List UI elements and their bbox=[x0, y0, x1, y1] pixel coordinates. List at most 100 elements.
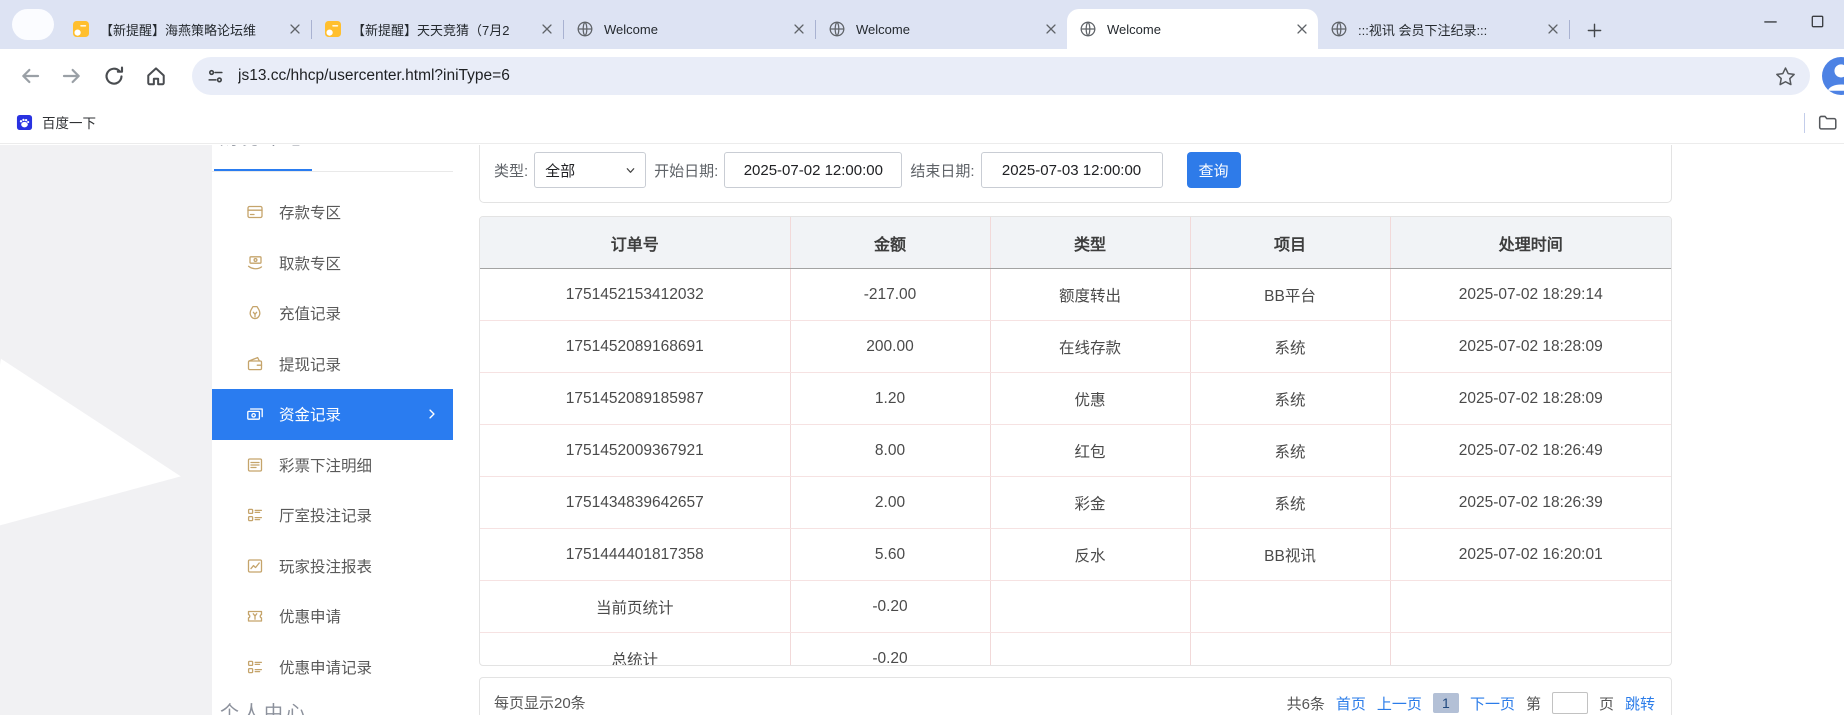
first-page-link[interactable]: 首页 bbox=[1336, 693, 1366, 714]
new-tab-button[interactable] bbox=[1580, 16, 1608, 44]
table-row: 1751452153412032-217.00额度转出BB平台2025-07-0… bbox=[480, 269, 1671, 321]
tab-close-icon[interactable] bbox=[1043, 21, 1059, 37]
search-button[interactable]: 查询 bbox=[1187, 152, 1241, 188]
sidebar-item-label: 存款专区 bbox=[279, 201, 341, 223]
table-row: 17514348396426572.00彩金系统2025-07-02 18:26… bbox=[480, 477, 1671, 529]
other-bookmarks-folder-icon[interactable] bbox=[1817, 112, 1838, 133]
banknotes-icon bbox=[246, 405, 264, 423]
table-cell: BB平台 bbox=[1190, 269, 1390, 321]
site-info-icon[interactable] bbox=[206, 67, 225, 86]
table-cell: 红包 bbox=[990, 425, 1190, 477]
table-cell: 反水 bbox=[990, 529, 1190, 581]
sidebar-item-withdraw-zone[interactable]: 取款专区 bbox=[212, 238, 453, 289]
table-cell: 1751452089168691 bbox=[480, 321, 790, 373]
sidebar-bottom-section-title: 个人中心 bbox=[220, 698, 308, 715]
tab-6[interactable]: :::视讯 会员下注纪录::: bbox=[1318, 9, 1569, 49]
sidebar-item-label: 优惠申请 bbox=[279, 605, 341, 627]
address-bar[interactable]: js13.cc/hhcp/usercenter.html?iniType=6 bbox=[192, 57, 1810, 95]
bookmark-star-icon[interactable] bbox=[1775, 66, 1796, 87]
sidebar-item-hall-bet-records[interactable]: 厅室投注记录 bbox=[212, 490, 453, 541]
column-header: 金额 bbox=[790, 217, 990, 269]
tab-title: 【新提醒】海燕策略论坛维 bbox=[100, 20, 281, 39]
total-count-text: 共6条 bbox=[1287, 693, 1325, 714]
table-cell bbox=[990, 581, 1190, 633]
profile-avatar[interactable] bbox=[1822, 57, 1844, 95]
sidebar-item-promo-apply[interactable]: 优惠申请 bbox=[212, 591, 453, 642]
tab-4[interactable]: Welcome bbox=[816, 9, 1067, 49]
tab-close-icon[interactable] bbox=[539, 21, 555, 37]
caret-down-icon bbox=[624, 164, 637, 177]
table-cell: 优惠 bbox=[990, 373, 1190, 425]
sidebar-item-recharge-records[interactable]: 充值记录 bbox=[212, 288, 453, 339]
sidebar-section-title: 财务中心 bbox=[220, 145, 308, 150]
end-date-input[interactable] bbox=[981, 152, 1163, 188]
table-cell: BB视讯 bbox=[1190, 529, 1390, 581]
start-date-input[interactable] bbox=[724, 152, 902, 188]
tab-search-button[interactable] bbox=[12, 9, 54, 40]
person-icon bbox=[1822, 57, 1844, 95]
filter-panel: 类型: 全部 开始日期: 结束日期: 查询 bbox=[479, 145, 1672, 203]
table-cell: 系统 bbox=[1190, 373, 1390, 425]
grid-list-icon bbox=[246, 658, 264, 676]
sidebar-item-label: 厅室投注记录 bbox=[279, 504, 372, 526]
table-body: 1751452153412032-217.00额度转出BB平台2025-07-0… bbox=[480, 269, 1671, 667]
table-row: 17514520093679218.00红包系统2025-07-02 18:26… bbox=[480, 425, 1671, 477]
table-cell: 8.00 bbox=[790, 425, 990, 477]
bookmark-label: 百度一下 bbox=[42, 112, 96, 132]
current-page-chip[interactable]: 1 bbox=[1433, 693, 1459, 713]
tab-5[interactable]: Welcome bbox=[1067, 9, 1318, 49]
tab-3[interactable]: Welcome bbox=[564, 9, 815, 49]
money-bag-icon bbox=[246, 304, 264, 322]
sidebar-item-lottery-bet-details[interactable]: 彩票下注明细 bbox=[212, 440, 453, 491]
bookmark-baidu[interactable]: 百度一下 bbox=[16, 112, 96, 132]
tab-1[interactable]: 【新提醒】海燕策略论坛维 bbox=[60, 9, 311, 49]
table-cell: 1751452009367921 bbox=[480, 425, 790, 477]
sidebar-item-deposit-zone[interactable]: 存款专区 bbox=[212, 187, 453, 238]
globe-favicon bbox=[1079, 20, 1097, 38]
tab-close-icon[interactable] bbox=[287, 21, 303, 37]
table-cell bbox=[1190, 581, 1390, 633]
page-size-text: 每页显示20条 bbox=[494, 692, 586, 713]
table-cell: 当前页统计 bbox=[480, 581, 790, 633]
plus-icon bbox=[1586, 22, 1603, 39]
globe-favicon bbox=[1330, 20, 1348, 38]
tab-2[interactable]: 【新提醒】天天竞猜（7月2 bbox=[312, 9, 563, 49]
jump-page-input[interactable] bbox=[1552, 692, 1588, 714]
records-table: 订单号金额类型项目处理时间 1751452153412032-217.00额度转… bbox=[480, 217, 1671, 666]
tab-bar: 【新提醒】海燕策略论坛维【新提醒】天天竞猜（7月2WelcomeWelcomeW… bbox=[0, 0, 1844, 49]
sidebar-item-funds-records[interactable]: 资金记录 bbox=[212, 389, 453, 440]
sidebar-item-withdrawal-records[interactable]: 提现记录 bbox=[212, 339, 453, 390]
sidebar-title-divider bbox=[212, 171, 453, 172]
prev-page-link[interactable]: 上一页 bbox=[1377, 693, 1422, 714]
next-page-link[interactable]: 下一页 bbox=[1470, 693, 1515, 714]
back-button[interactable] bbox=[18, 64, 42, 88]
minimize-button[interactable] bbox=[1762, 13, 1779, 30]
home-button[interactable] bbox=[144, 64, 168, 88]
maximize-button[interactable] bbox=[1809, 13, 1826, 30]
tab-close-icon[interactable] bbox=[1294, 21, 1310, 37]
table-row: 17514520891859871.20优惠系统2025-07-02 18:28… bbox=[480, 373, 1671, 425]
table-cell bbox=[990, 633, 1190, 667]
tab-close-icon[interactable] bbox=[791, 21, 807, 37]
url-text[interactable]: js13.cc/hhcp/usercenter.html?iniType=6 bbox=[238, 67, 1775, 85]
table-cell: 1751452089185987 bbox=[480, 373, 790, 425]
table-cell: 1751444401817358 bbox=[480, 529, 790, 581]
table-cell: 系统 bbox=[1190, 425, 1390, 477]
tab-close-icon[interactable] bbox=[1545, 21, 1561, 37]
type-select-value: 全部 bbox=[545, 160, 575, 181]
chat-app-favicon bbox=[72, 20, 90, 38]
table-cell: 200.00 bbox=[790, 321, 990, 373]
forward-button[interactable] bbox=[60, 64, 84, 88]
sidebar-item-promo-apply-records[interactable]: 优惠申请记录 bbox=[212, 642, 453, 693]
grid-list-icon bbox=[246, 506, 264, 524]
table-cell: 总统计 bbox=[480, 633, 790, 667]
end-date-label: 结束日期: bbox=[910, 160, 974, 181]
type-select[interactable]: 全部 bbox=[534, 152, 646, 188]
jump-button[interactable]: 跳转 bbox=[1625, 693, 1655, 714]
bookmarks-bar: 百度一下 bbox=[0, 104, 1844, 144]
reload-button[interactable] bbox=[102, 64, 126, 88]
tab-strip: 【新提醒】海燕策略论坛维【新提醒】天天竞猜（7月2WelcomeWelcomeW… bbox=[60, 9, 1608, 49]
tab-separator bbox=[1569, 20, 1570, 39]
type-label: 类型: bbox=[494, 160, 528, 181]
sidebar-item-player-bet-report[interactable]: 玩家投注报表 bbox=[212, 541, 453, 592]
